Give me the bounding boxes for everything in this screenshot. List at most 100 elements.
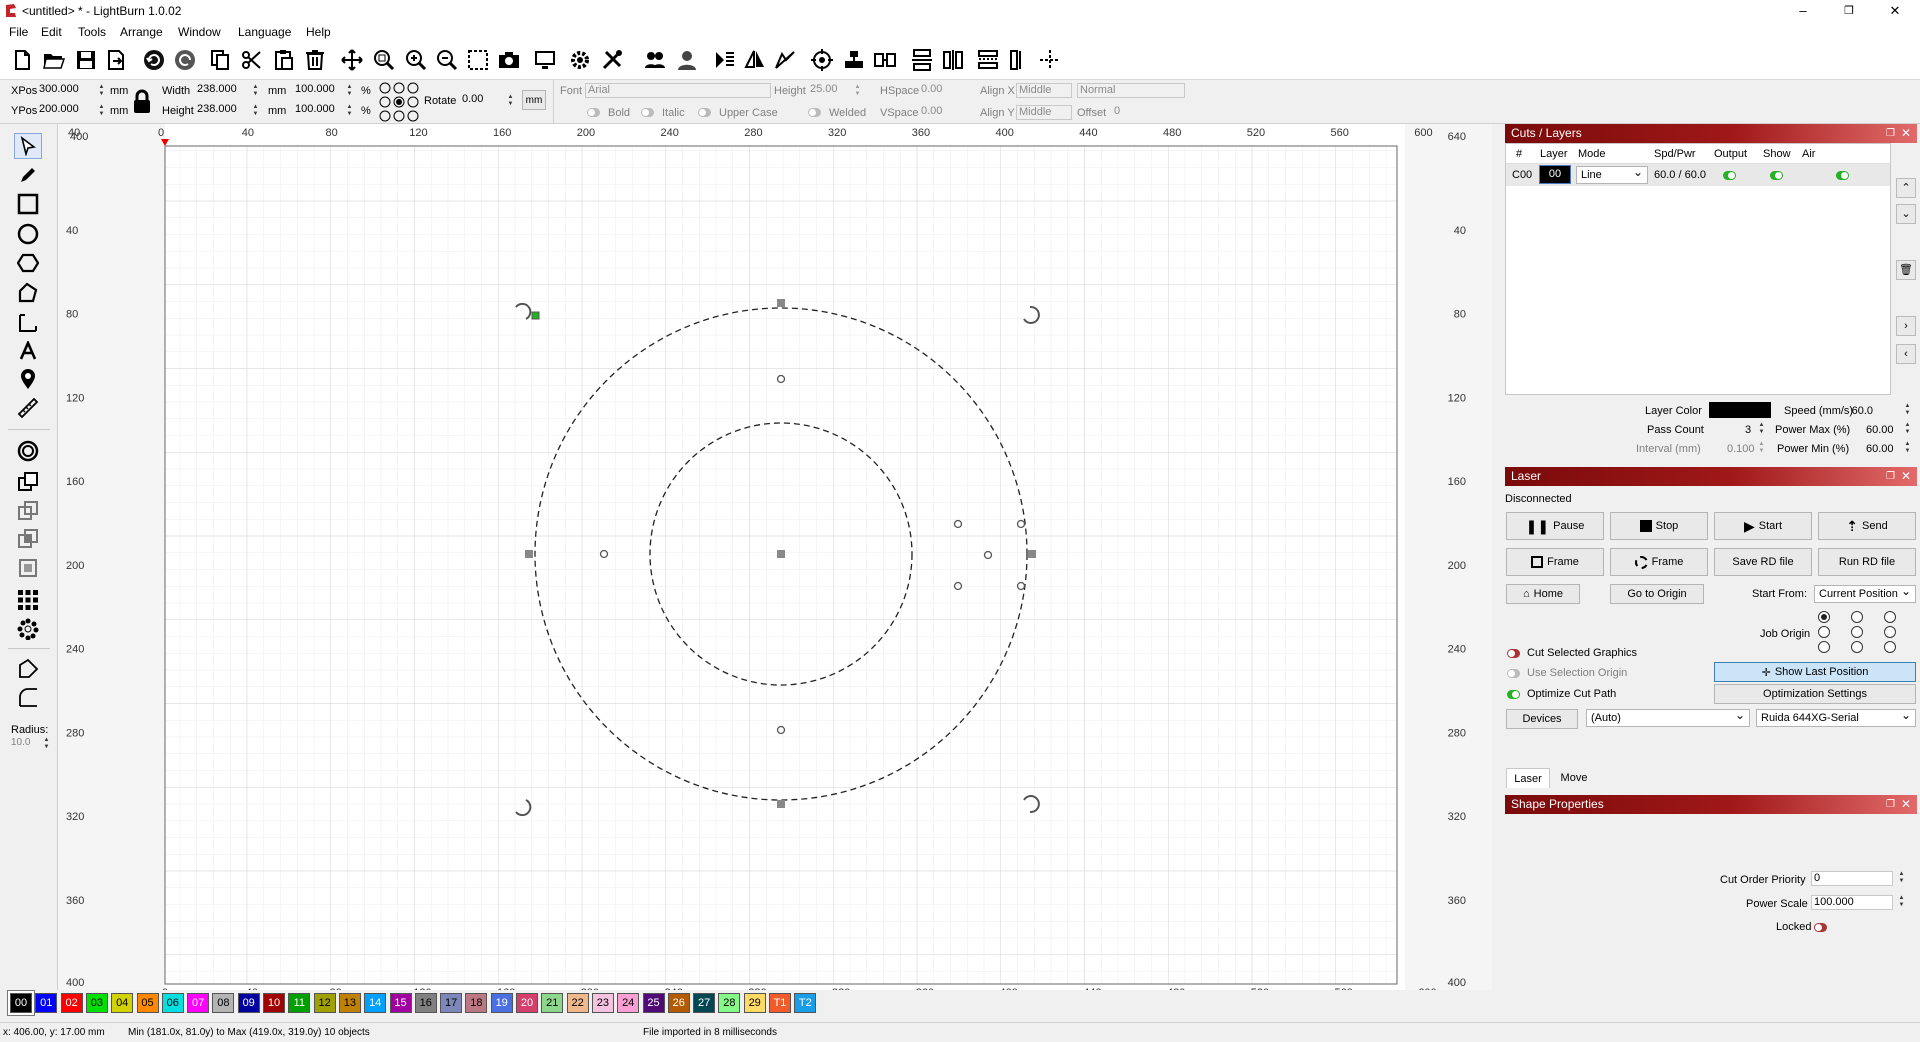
canvas-drawing[interactable]: 40 0 40 80 120 160 200 240 280 320 360 400 440 480 520… [58,117,1520,999]
rectangle-tool-icon[interactable] [14,191,42,217]
save-icon[interactable] [74,48,98,72]
grid-array-tool-icon[interactable] [14,587,42,613]
interval-field[interactable]: 0.100 [1727,443,1755,455]
font-select[interactable]: Arial [585,83,771,98]
palette-swatch-06[interactable]: 06 [161,993,184,1013]
distribute-h-icon[interactable] [873,48,897,72]
anchor-handle[interactable] [531,311,540,320]
go-to-origin-button[interactable]: Go to Origin [1610,584,1704,604]
speed-field[interactable]: 60.0 [1852,405,1873,417]
align-icon[interactable] [842,48,866,72]
zoom-frame-icon[interactable] [372,48,396,72]
palette-swatch-17[interactable]: 17 [440,993,463,1013]
port-select[interactable]: (Auto) [1586,707,1750,727]
zoom-in-icon[interactable] [404,48,428,72]
center-icon[interactable] [810,48,834,72]
upper-case-toggle[interactable] [698,108,711,117]
align-x-select[interactable]: Middle [1016,83,1072,98]
palette-swatch-08[interactable]: 08 [212,993,235,1013]
layer-show-toggle[interactable] [1770,171,1783,180]
job-origin-top-center[interactable] [1851,611,1863,623]
convert-to-path-tool-icon[interactable] [14,656,42,682]
power-min-spinner[interactable]: ▲ ▼ [1903,441,1912,456]
italic-toggle[interactable] [641,108,654,117]
palette-swatch-28[interactable]: 28 [718,993,741,1013]
move-layer-up-button[interactable]: ⌃ [1896,178,1916,198]
measure-tool-icon[interactable] [14,395,42,421]
tools-icon[interactable] [600,48,624,72]
text-tool-icon[interactable] [14,338,42,364]
use-selection-origin-toggle[interactable] [1507,669,1520,678]
polygon-tool-icon[interactable] [14,250,42,276]
home-button[interactable]: ⌂ Home [1506,584,1580,604]
job-origin-top-right[interactable] [1884,611,1896,623]
job-origin-middle-center[interactable] [1851,626,1863,638]
optimization-settings-button[interactable]: Optimization Settings [1714,684,1916,704]
interval-spinner[interactable]: ▲ ▼ [1757,441,1766,456]
start-from-select[interactable]: Current Position [1814,583,1916,603]
layer-row[interactable]: C00 00 Line 60.0 / 60.0 [1506,164,1890,186]
power-max-spinner[interactable]: ▲ ▼ [1903,422,1912,437]
ungroup-icon[interactable] [675,48,699,72]
crosshair-icon[interactable] [1038,48,1062,72]
select-tool-icon[interactable] [14,133,42,159]
boolean-union-tool-icon[interactable] [14,469,42,495]
job-origin-bottom-right[interactable] [1884,641,1896,653]
layer-row-color[interactable]: 00 [1539,165,1571,184]
tab-move[interactable]: Move [1552,768,1596,788]
font-height-field[interactable]: 25.00 [808,83,850,98]
palette-swatch-27[interactable]: 27 [693,993,716,1013]
lock-aspect-icon[interactable] [132,89,152,115]
locked-toggle[interactable] [1814,923,1827,932]
job-origin-middle-right[interactable] [1884,626,1896,638]
palette-swatch-19[interactable]: 19 [490,993,513,1013]
design-canvas[interactable]: 40 0 40 80 120 160 200 240 280 320 360 400 440 480 520… [58,117,1520,999]
undo-icon[interactable] [142,48,166,72]
power-scale-spinner[interactable]: ▲ ▼ [1897,895,1906,910]
zoom-out-icon[interactable] [435,48,459,72]
palette-swatch-14[interactable]: 14 [364,993,387,1013]
height-spinner[interactable]: ▲ ▼ [251,104,260,119]
open-file-icon[interactable] [42,48,66,72]
palette-swatch-04[interactable]: 04 [111,993,134,1013]
menu-edit[interactable]: Edit [41,25,62,39]
ypos-spinner[interactable]: ▲ ▼ [97,104,106,119]
pencil-tool-icon[interactable] [14,162,42,188]
cut-selected-toggle[interactable] [1507,649,1520,658]
menu-arrange[interactable]: Arrange [120,25,163,39]
welded-toggle[interactable] [808,108,821,117]
align-top-icon[interactable] [941,48,965,72]
palette-swatch-00[interactable]: 00 [8,991,34,1015]
corner-radius-tool-icon[interactable] [14,684,42,710]
width-field[interactable]: 238.000 [195,83,250,98]
save-rd-file-button[interactable]: Save RD file [1714,548,1812,576]
palette-swatch-25[interactable]: 25 [642,993,665,1013]
xpos-spinner[interactable]: ▲ ▼ [97,84,106,99]
close-panel-icon[interactable]: ✕ [1901,795,1911,814]
palette-swatch-10[interactable]: 10 [263,993,285,1013]
menu-tools[interactable]: Tools [78,25,106,39]
scale-height-spinner[interactable]: ▲ ▼ [345,104,354,119]
close-button[interactable]: ✕ [1872,0,1918,22]
mirror-v-icon[interactable] [743,48,767,72]
start-button[interactable]: ▶ Start [1714,512,1812,540]
palette-swatch-01[interactable]: 01 [35,993,58,1013]
radius-spinner[interactable]: ▲ ▼ [42,737,51,752]
weld-tool-icon[interactable] [14,555,42,581]
text-mode-select[interactable]: Normal [1077,83,1185,98]
distribute-v-icon[interactable] [910,48,934,72]
position-laser-tool-icon[interactable] [14,310,42,336]
menu-help[interactable]: Help [306,25,331,39]
menu-language[interactable]: Language [238,25,291,39]
redo-icon[interactable] [173,48,197,72]
job-origin-bottom-center[interactable] [1851,641,1863,653]
job-origin-middle-left[interactable] [1818,626,1830,638]
group-icon[interactable] [643,48,667,72]
distribute-icon[interactable] [1008,48,1032,72]
palette-swatch-11[interactable]: 11 [288,993,311,1013]
job-origin-bottom-left[interactable] [1818,641,1830,653]
camera-icon[interactable] [497,48,521,72]
devices-button[interactable]: Devices [1506,709,1578,729]
maximize-button[interactable]: ❐ [1826,0,1872,22]
ellipse-tool-icon[interactable] [14,221,42,247]
